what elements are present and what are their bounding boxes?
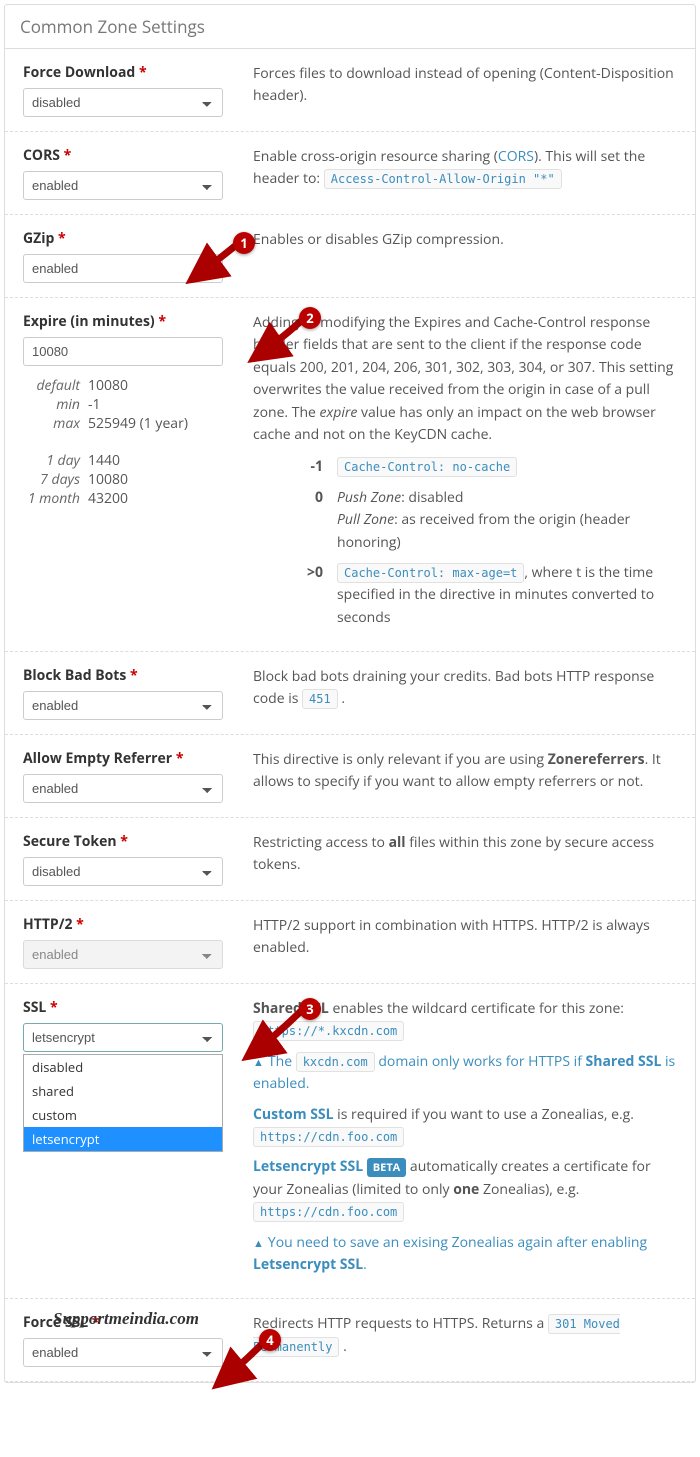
ssl-option-disabled[interactable]: disabled (24, 1055, 222, 1079)
block-bots-label: Block Bad Bots (23, 666, 126, 685)
marker-4: 4 (259, 1329, 281, 1351)
cors-code: Access-Control-Allow-Origin "*" (324, 169, 562, 189)
force-download-label: Force Download (23, 63, 135, 82)
required-icon: * (176, 749, 184, 768)
http2-label: HTTP/2 (23, 915, 73, 934)
row-block-bots: Block Bad Bots * enabled Block bad bots … (5, 652, 695, 735)
settings-panel: Common Zone Settings Force Download * di… (4, 4, 696, 1383)
required-icon: * (158, 312, 166, 331)
required-icon: * (130, 666, 138, 685)
panel-body: Force Download * disabled Forces files t… (5, 49, 695, 1382)
row-http2: HTTP/2 * enabled HTTP/2 support in combi… (5, 901, 695, 984)
warning-icon (253, 1233, 268, 1252)
cors-label: CORS (23, 146, 60, 165)
secure-token-label: Secure Token (23, 832, 117, 851)
gzip-select[interactable]: enabled (23, 254, 223, 283)
marker-3: 3 (299, 998, 321, 1020)
block-bots-select[interactable]: enabled (23, 691, 223, 720)
expire-label: Expire (in minutes) (23, 312, 155, 331)
empty-ref-label: Allow Empty Referrer (23, 749, 172, 768)
warning-icon (253, 1052, 268, 1071)
ssl-option-shared[interactable]: shared (24, 1079, 222, 1103)
required-icon: * (64, 146, 72, 165)
secure-token-select[interactable]: disabled (23, 857, 223, 886)
http2-desc: HTTP/2 support in combination with HTTPS… (253, 915, 677, 969)
marker-2: 2 (299, 307, 321, 329)
empty-ref-select[interactable]: enabled (23, 774, 223, 803)
gzip-desc: Enables or disables GZip compression. (253, 229, 677, 283)
gzip-label: GZip (23, 229, 54, 248)
force-download-desc: Forces files to download instead of open… (253, 63, 677, 117)
letsencrypt-link[interactable]: Letsencrypt SSL (253, 1157, 363, 1176)
row-secure-token: Secure Token * disabled Restricting acce… (5, 818, 695, 901)
row-gzip: GZip * enabled Enables or disables GZip … (5, 215, 695, 298)
empty-ref-desc: This directive is only relevant if you a… (253, 749, 677, 803)
required-icon: * (50, 998, 58, 1017)
required-icon: * (120, 832, 128, 851)
force-ssl-select[interactable]: enabled (23, 1338, 223, 1367)
expire-hints-2: 1 day1440 7 days10080 1 month43200 (23, 451, 223, 508)
expire-hints: default10080 min-1 max525949 (1 year) (23, 376, 223, 433)
watermark: Supportmeindia.com (53, 1309, 199, 1329)
force-ssl-desc: Redirects HTTP requests to HTTPS. Return… (253, 1313, 677, 1367)
required-icon: * (58, 229, 66, 248)
cors-select[interactable]: enabled (23, 171, 223, 200)
expire-desc: Adding or modifying the Expires and Cach… (253, 312, 677, 637)
expire-input[interactable] (23, 337, 223, 366)
required-icon: * (76, 915, 84, 934)
required-icon: * (139, 63, 147, 82)
secure-token-desc: Restricting access to all files within t… (253, 832, 677, 886)
ssl-select[interactable]: letsencrypt (23, 1023, 223, 1052)
expire-cache-table: -1Cache-Control: no-cache 0Push Zone: di… (253, 456, 677, 629)
beta-badge: BETA (367, 1158, 407, 1177)
ssl-desc: Shared SSL enables the wildcard certific… (253, 998, 677, 1284)
row-ssl: SSL * letsencrypt disabled shared custom… (5, 984, 695, 1299)
marker-1: 1 (233, 232, 255, 254)
custom-ssl-link[interactable]: Custom SSL (253, 1105, 334, 1124)
ssl-option-custom[interactable]: custom (24, 1103, 222, 1127)
block-bots-desc: Block bad bots draining your credits. Ba… (253, 666, 677, 720)
panel-title: Common Zone Settings (5, 5, 695, 49)
row-expire: Expire (in minutes) * default10080 min-1… (5, 298, 695, 652)
row-empty-ref: Allow Empty Referrer * enabled This dire… (5, 735, 695, 818)
ssl-label: SSL (23, 998, 46, 1017)
ssl-dropdown-list: disabled shared custom letsencrypt (23, 1054, 223, 1152)
cors-desc: Enable cross-origin resource sharing (CO… (253, 146, 677, 200)
http2-select: enabled (23, 940, 223, 969)
row-cors: CORS * enabled Enable cross-origin resou… (5, 132, 695, 215)
force-download-select[interactable]: disabled (23, 88, 223, 117)
ssl-option-letsencrypt[interactable]: letsencrypt (24, 1127, 222, 1151)
row-force-download: Force Download * disabled Forces files t… (5, 49, 695, 132)
cors-link[interactable]: CORS (498, 147, 534, 166)
